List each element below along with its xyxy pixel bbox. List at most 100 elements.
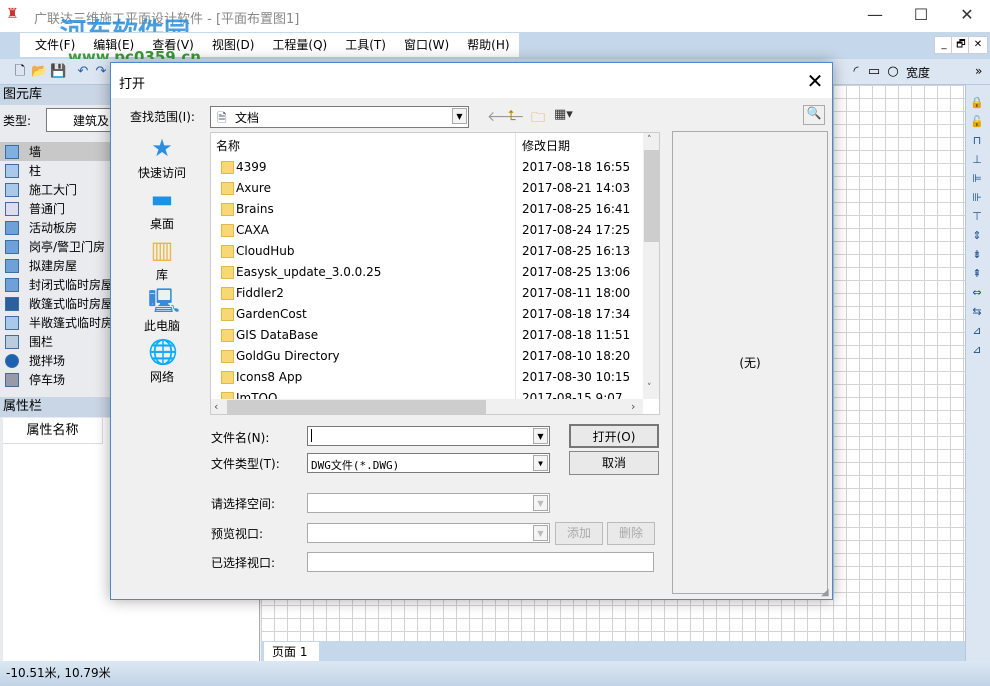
selected-viewport-field[interactable] bbox=[307, 552, 654, 572]
align-tool-icon[interactable]: ⇟ bbox=[969, 247, 985, 263]
chevron-down-icon[interactable]: ▼ bbox=[533, 455, 548, 471]
maximize-button[interactable]: ☐ bbox=[898, 0, 944, 30]
undo-icon[interactable]: ↶ bbox=[75, 64, 91, 80]
menu-help[interactable]: 帮助(H) bbox=[458, 33, 518, 57]
chevron-down-icon[interactable]: ▼ bbox=[533, 525, 548, 541]
width-label: 宽度 bbox=[906, 66, 931, 80]
viewport-select[interactable]: ▼ bbox=[307, 523, 550, 543]
menu-quantity[interactable]: 工程量(Q) bbox=[263, 33, 336, 57]
chevron-down-icon[interactable]: ▼ bbox=[533, 428, 548, 444]
view-menu-icon[interactable]: ▦▾ bbox=[554, 107, 573, 122]
preview-toggle-icon[interactable]: 🔍 bbox=[803, 105, 825, 125]
horizontal-scroll-thumb[interactable] bbox=[227, 400, 486, 414]
file-row[interactable]: GoldGu Directory 2017-08-10 18:20 bbox=[211, 346, 643, 367]
align-tool-icon[interactable]: ⊿ bbox=[969, 342, 985, 358]
file-row[interactable]: Easysk_update_3.0.0.25 2017-08-25 13:06 bbox=[211, 262, 643, 283]
library-item[interactable]: 墙 bbox=[5, 142, 41, 161]
folder-icon bbox=[221, 308, 234, 321]
mdi-close-button[interactable]: ✕ bbox=[968, 36, 988, 54]
align-tool-icon[interactable]: ⊥ bbox=[969, 152, 985, 168]
resize-grip-icon[interactable]: ◢ bbox=[821, 587, 829, 598]
align-tool-icon[interactable]: ⇆ bbox=[969, 304, 985, 320]
library-item[interactable]: 施工大门 bbox=[5, 180, 77, 199]
place-library[interactable]: ▥ 库 bbox=[119, 237, 205, 283]
column-date[interactable]: 修改日期 bbox=[522, 137, 570, 154]
filetype-select[interactable]: DWG文件(*.DWG) ▼ bbox=[307, 453, 550, 473]
align-tool-icon[interactable]: ⇞ bbox=[969, 266, 985, 282]
filename-input[interactable]: ▼ bbox=[307, 426, 550, 446]
align-tool-icon[interactable]: ⊪ bbox=[969, 190, 985, 206]
library-item[interactable]: 半敞篷式临时房 bbox=[5, 313, 113, 332]
look-in-select[interactable]: 🗎 文档 ▼ bbox=[210, 106, 469, 128]
column-name[interactable]: 名称 bbox=[216, 137, 240, 154]
place-desktop[interactable]: ▬ 桌面 bbox=[119, 186, 205, 232]
library-item[interactable]: 围栏 bbox=[5, 332, 53, 351]
file-row[interactable]: GardenCost 2017-08-18 17:34 bbox=[211, 304, 643, 325]
align-tool-icon[interactable]: ⊿ bbox=[969, 323, 985, 339]
library-item[interactable]: 封闭式临时房屋 bbox=[5, 275, 113, 294]
toolbar-overflow-button[interactable]: » bbox=[975, 64, 982, 78]
chevron-down-icon[interactable]: ▼ bbox=[533, 495, 548, 511]
place-computer[interactable]: 🖳 此电脑 bbox=[119, 288, 205, 334]
page-tab[interactable]: 页面 1 bbox=[264, 642, 319, 662]
library-item[interactable]: 搅拌场 bbox=[5, 351, 65, 370]
vertical-scroll-thumb[interactable] bbox=[644, 150, 659, 242]
new-file-icon[interactable]: 🗋 bbox=[12, 64, 28, 80]
library-item[interactable]: 普通门 bbox=[5, 199, 65, 218]
chevron-down-icon[interactable]: ▼ bbox=[452, 108, 467, 124]
open-button[interactable]: 打开(O) bbox=[569, 424, 659, 448]
file-list[interactable]: 名称 ^ 修改日期 4399 2017-08-18 16:55 Axure 2017-… bbox=[210, 132, 660, 415]
menu-display[interactable]: 视图(D) bbox=[203, 33, 264, 57]
scroll-left-icon[interactable]: ‹ bbox=[214, 400, 218, 413]
library-item[interactable]: 柱 bbox=[5, 161, 41, 180]
folder-icon bbox=[221, 371, 234, 384]
align-tool-icon[interactable]: ⊤ bbox=[969, 209, 985, 225]
open-folder-icon[interactable]: 📂 bbox=[31, 64, 47, 80]
align-tool-icon[interactable]: ⊓ bbox=[969, 133, 985, 149]
align-tool-icon[interactable]: ⊫ bbox=[969, 171, 985, 187]
save-icon[interactable]: 💾 bbox=[50, 64, 66, 80]
library-item[interactable]: 活动板房 bbox=[5, 218, 77, 237]
file-row[interactable]: 4399 2017-08-18 16:55 bbox=[211, 157, 643, 178]
menu-window[interactable]: 窗口(W) bbox=[395, 33, 458, 57]
menu-tools[interactable]: 工具(T) bbox=[336, 33, 395, 57]
back-arrow-icon[interactable]: 🡐 bbox=[487, 108, 525, 125]
space-select[interactable]: ▼ bbox=[307, 493, 550, 513]
library-item[interactable]: 停车场 bbox=[5, 370, 65, 389]
align-tool-icon[interactable]: 🔒 bbox=[969, 95, 985, 111]
star-icon: ★ bbox=[151, 134, 173, 162]
horizontal-scrollbar[interactable]: ‹ › bbox=[211, 399, 643, 414]
file-row[interactable]: Icons8 App 2017-08-30 10:15 bbox=[211, 367, 643, 388]
library-item[interactable]: 拟建房屋 bbox=[5, 256, 77, 275]
align-tool-icon[interactable]: ⇕ bbox=[969, 228, 985, 244]
place-network[interactable]: 🌐 网络 bbox=[119, 339, 205, 385]
close-button[interactable]: ✕ bbox=[944, 0, 990, 30]
scroll-right-icon[interactable]: › bbox=[631, 400, 635, 413]
new-folder-icon[interactable]: 🗀 bbox=[531, 107, 545, 131]
arc-icon[interactable]: ◜ bbox=[848, 64, 864, 80]
file-row[interactable]: GIS DataBase 2017-08-18 11:51 bbox=[211, 325, 643, 346]
file-row[interactable]: Axure 2017-08-21 14:03 bbox=[211, 178, 643, 199]
place-star[interactable]: ★ 快速访问 bbox=[119, 135, 205, 181]
file-row[interactable]: Fiddler2 2017-08-11 18:00 bbox=[211, 283, 643, 304]
redo-icon[interactable]: ↷ bbox=[93, 64, 109, 80]
delete-button[interactable]: 删除 bbox=[607, 522, 655, 545]
library-item-label: 柱 bbox=[29, 164, 42, 178]
file-row[interactable]: CAXA 2017-08-24 17:25 bbox=[211, 220, 643, 241]
scroll-up-icon[interactable]: ˄ bbox=[647, 135, 652, 145]
library-item[interactable]: 岗亭/警卫门房 bbox=[5, 237, 105, 256]
file-row[interactable]: CloudHub 2017-08-25 16:13 bbox=[211, 241, 643, 262]
align-tool-icon[interactable]: 🔓 bbox=[969, 114, 985, 130]
scroll-down-icon[interactable]: ˅ bbox=[647, 383, 652, 393]
align-tool-icon[interactable]: ⇔ bbox=[969, 285, 985, 301]
cancel-button[interactable]: 取消 bbox=[569, 451, 659, 475]
file-row[interactable]: Brains 2017-08-25 16:41 bbox=[211, 199, 643, 220]
library-item[interactable]: 敞篷式临时房屋 bbox=[5, 294, 113, 313]
rectangle-icon[interactable]: ▭ bbox=[866, 64, 882, 80]
dialog-close-button[interactable]: ✕ bbox=[801, 67, 829, 95]
circle-icon[interactable]: ○ bbox=[885, 64, 901, 80]
add-button[interactable]: 添加 bbox=[555, 522, 603, 545]
vertical-scrollbar[interactable]: ˄ ˅ bbox=[643, 133, 659, 399]
up-folder-icon[interactable]: ⮤ bbox=[508, 108, 516, 124]
minimize-button[interactable]: — bbox=[852, 0, 898, 30]
